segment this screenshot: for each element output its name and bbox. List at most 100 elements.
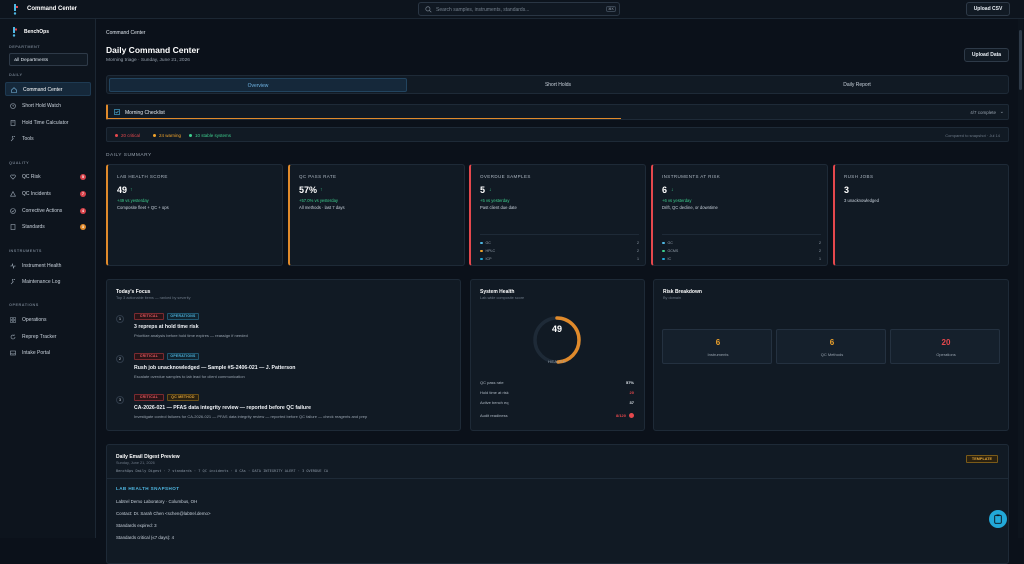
row-label: HPLC (485, 249, 496, 253)
tab-daily-report[interactable]: Daily Report (708, 78, 1006, 92)
grid-icon (10, 317, 16, 323)
kpi-title: LAB HEALTH SCORE (117, 174, 168, 179)
wrench-icon (10, 136, 16, 142)
item-title: 3 repreps at hold time risk (134, 324, 199, 330)
risk-label: Operations (936, 352, 956, 357)
severity-tag: CRITICAL (134, 394, 164, 401)
row-label: QC pass rate (480, 380, 504, 385)
page-title: Daily Command Center (106, 45, 200, 55)
row-label: GC (485, 241, 491, 245)
kpi-title: RUSH JOBS (844, 174, 874, 179)
sidebar-item-intake-portal[interactable]: Intake Portal (5, 346, 91, 360)
chevron-down-icon: ⌄ (999, 109, 1004, 115)
daily-summary-label: DAILY SUMMARY (106, 153, 152, 158)
stable-count: 10 stable systems (195, 133, 232, 138)
kpi-instruments-at-risk[interactable]: INSTRUMENTS AT RISK 6 ↓ +6 vs yesterday … (651, 164, 828, 266)
chevron-down-icon: ⌄ (14, 57, 19, 63)
department-select[interactable]: All Departments ⌄ (9, 53, 88, 66)
sidebar-item-standards[interactable]: Standards 3 (5, 220, 91, 234)
document-icon (10, 224, 16, 230)
kpi-note: Composite fleet + QC + ops (117, 205, 169, 210)
page-subtitle: Morning triage · Sunday, June 21, 2026 (106, 58, 190, 63)
sidebar-item-short-hold-watch[interactable]: Short Hold Watch (5, 99, 91, 113)
category-tag: OPERATIONS (167, 353, 199, 360)
breakdown-row: GC 2 (480, 241, 639, 246)
kpi-rush-jobs[interactable]: RUSH JOBS 3 3 unacknowledged (833, 164, 1009, 266)
kpi-overdue-samples[interactable]: OVERDUE SAMPLES 5 ↓ +5 vs yesterday Past… (469, 164, 646, 266)
row-value: 57% (625, 380, 634, 385)
digest-line: Contact: Dr. Sarah Chen <schen@labtrel.d… (116, 511, 211, 516)
row-value: 1 (637, 257, 639, 261)
kpi-value: 5 (480, 185, 486, 195)
kpi-qc-pass-rate[interactable]: QC PASS RATE 57% ↑ +57.0% vs yesterday A… (288, 164, 465, 266)
trend-up-icon: ↑ (320, 187, 323, 193)
sidebar-item-corrective-actions[interactable]: Corrective Actions 4 (5, 204, 91, 218)
kpi-note: 3 unacknowledged (844, 198, 879, 203)
todays-focus-panel: Today's Focus Top 3 actionable items — r… (106, 279, 461, 431)
count-badge: 5 (80, 174, 86, 180)
sidebar-item-maintenance-log[interactable]: Maintenance Log (5, 275, 91, 289)
digest-preview-panel: Daily Email Digest Preview Sunday, June … (106, 444, 1009, 564)
critical-dot (115, 134, 118, 138)
sidebar-item-hold-time-calculator[interactable]: Hold Time Calculator (5, 116, 91, 130)
sidebar-item-reprep-tracker[interactable]: Reprep Tracker (5, 330, 91, 344)
clock-icon (10, 103, 16, 109)
search-icon (425, 6, 432, 13)
breadcrumb: Command Center (106, 30, 146, 36)
kpi-lab-health[interactable]: LAB HEALTH SCORE 49 ↑ +49 vs yesterday C… (106, 164, 283, 266)
legend-dot (480, 257, 483, 261)
sidebar-item-command-center[interactable]: Command Center (5, 82, 91, 96)
health-row: Hold time at risk 20 (480, 390, 634, 395)
item-description: Investigate control failures for CA-2026… (134, 414, 368, 419)
risk-box-instruments[interactable]: 6 Instruments (662, 329, 772, 364)
sidebar-item-label: Instrument Health (22, 263, 62, 269)
breakdown-row: GC 2 (662, 241, 821, 246)
stable-status: 10 stable systems (189, 133, 231, 138)
status-strip: 20 critical 24 warning 10 stable systems… (106, 127, 1009, 142)
sidebar-item-operations[interactable]: Operations (5, 313, 91, 327)
refresh-icon (10, 334, 16, 340)
row-label: GCMS (667, 249, 679, 253)
inbox-icon (10, 350, 16, 356)
shortcut-hint: ⌘K (606, 6, 616, 12)
risk-box-qc-methods[interactable]: 6 QC Methods (776, 329, 886, 364)
item-title: Rush job unacknowledged — Sample #S-2406… (134, 365, 296, 371)
item-description: Prioritize analysis before hold time exp… (134, 333, 248, 338)
sidebar-item-qc-risk[interactable]: QC Risk 5 (5, 170, 91, 184)
digest-date: Sunday, June 21, 2026 (116, 461, 155, 465)
panel-title: System Health (480, 289, 515, 295)
search-input[interactable]: Search samples, instruments, standards..… (418, 2, 620, 16)
scrollbar[interactable] (1018, 19, 1023, 538)
sidebar-item-label: QC Incidents (22, 191, 51, 197)
sidebar-item-instrument-health[interactable]: Instrument Health (5, 259, 91, 273)
sidebar-item-qc-incidents[interactable]: QC Incidents 7 (5, 187, 91, 201)
digest-line: Labtrel Demo Laboratory · Columbus, OH (116, 499, 198, 504)
breakdown-row: IC 1 (662, 257, 821, 262)
row-label: IC (667, 257, 672, 261)
health-row: QC pass rate 57% (480, 380, 634, 385)
legend-dot (480, 241, 483, 245)
severity-tag: CRITICAL (134, 313, 164, 320)
sidebar-item-tools[interactable]: Tools (5, 132, 91, 146)
item-number: 1 (116, 315, 124, 323)
upload-csv-button[interactable]: Upload CSV (966, 2, 1010, 16)
item-title: CA-2026-021 — PFAS data integrity review… (134, 405, 312, 411)
stable-dot (189, 134, 192, 138)
view-tabs: Overview Short Holds Daily Report (106, 75, 1009, 94)
scrollbar-thumb[interactable] (1019, 30, 1022, 90)
tab-short-holds[interactable]: Short Holds (409, 78, 707, 92)
health-label: HEALTH (548, 359, 566, 364)
morning-checklist[interactable]: Morning Checklist 4/7 complete ⌄ (106, 104, 1009, 120)
top-bar: Command Center Search samples, instrumen… (0, 0, 1024, 19)
sidebar: BenchOps DEPARTMENT All Departments ⌄ DA… (0, 19, 96, 538)
notes-fab-button[interactable] (989, 510, 1007, 528)
sidebar-item-label: Operations (22, 317, 47, 323)
risk-box-operations[interactable]: 20 Operations (890, 329, 1000, 364)
risk-breakdown-panel: Risk Breakdown By domain 6 Instruments 6… (653, 279, 1009, 431)
risk-label: Instruments (707, 352, 729, 357)
sidebar-item-label: Command Center (23, 87, 63, 93)
upload-data-button[interactable]: Upload Data (964, 48, 1009, 62)
tab-overview[interactable]: Overview (109, 78, 407, 92)
item-description: Escalate overdue samples to lab lead for… (134, 374, 245, 379)
trend-up-icon: ↑ (130, 187, 133, 193)
